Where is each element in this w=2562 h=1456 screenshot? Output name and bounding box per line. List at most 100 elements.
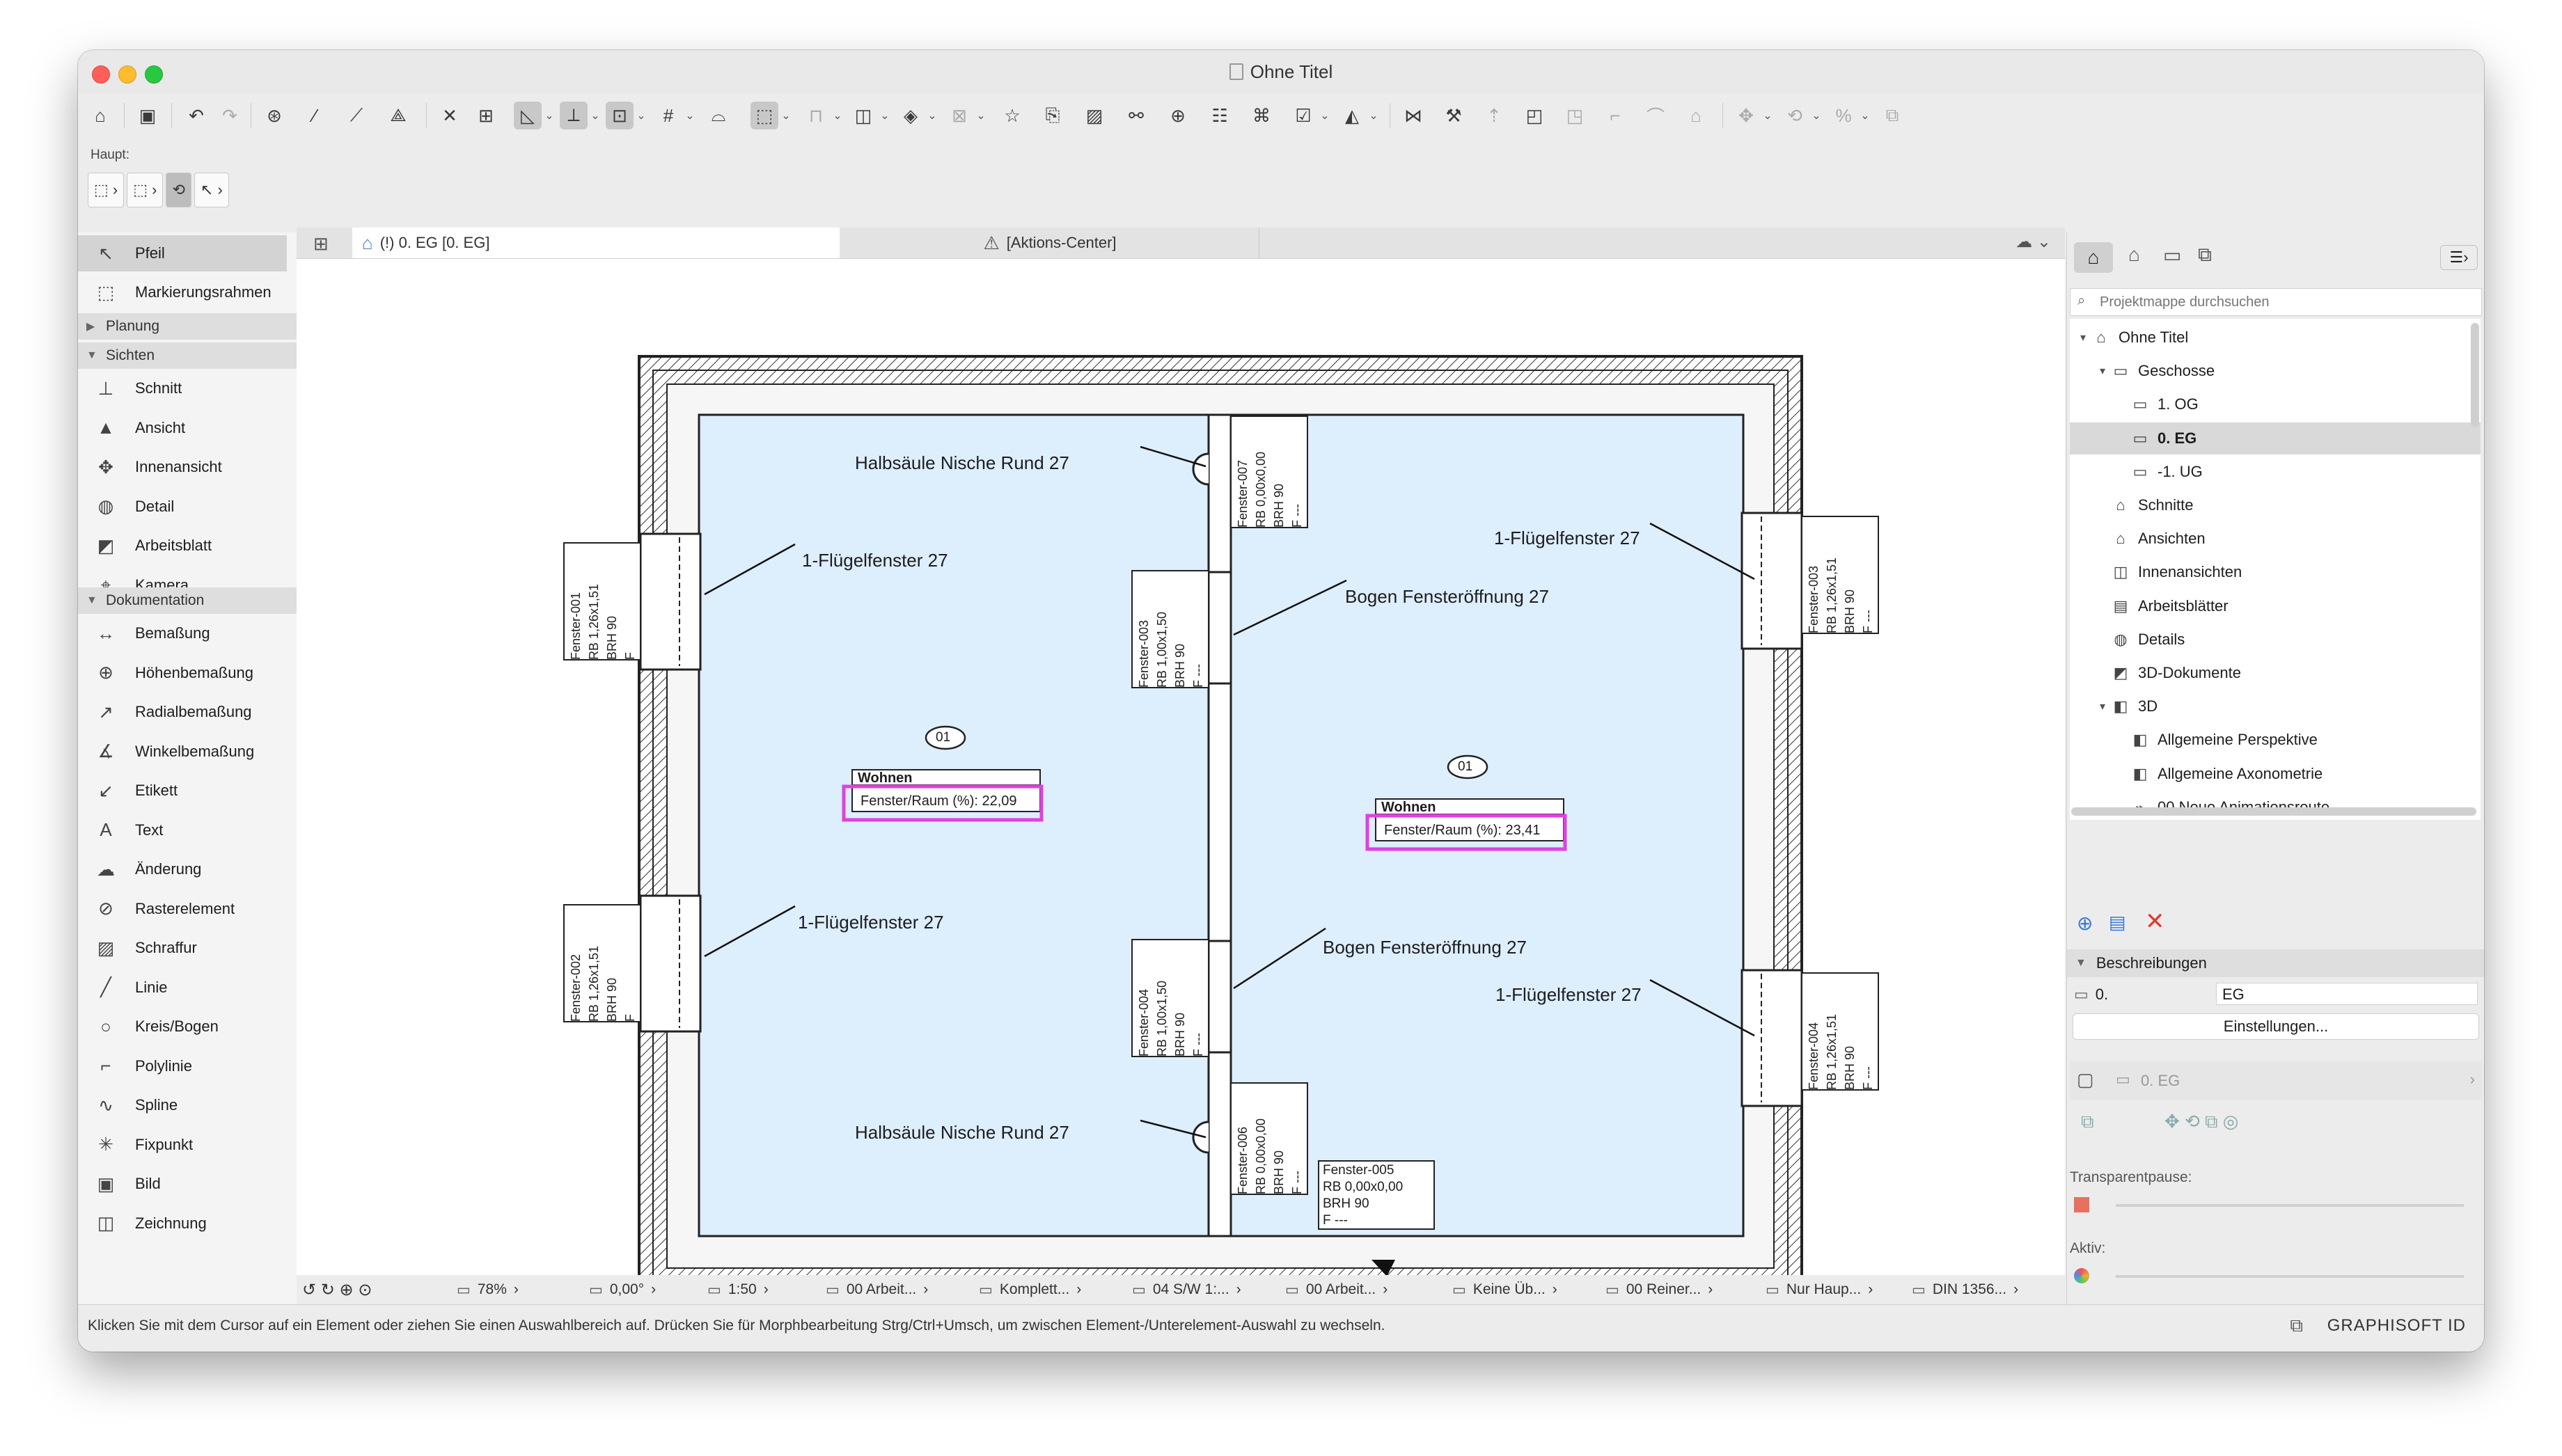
chevron-down-icon[interactable]: ⌄ [975, 103, 987, 128]
navigator-search-field[interactable]: ⌕ [2070, 288, 2482, 316]
split-icon[interactable]: ⋈ [1399, 102, 1427, 129]
tab-menu-icon[interactable]: ☁ ⌄ [2015, 232, 2051, 252]
settings-button[interactable]: Einstellungen... [2073, 1013, 2479, 1040]
window-fenster-004-right[interactable] [1740, 969, 1803, 1107]
window-fenster-002[interactable] [639, 894, 702, 1033]
suspend-groups-icon[interactable]: ⌓ [705, 102, 732, 129]
tool-etikett[interactable]: ↙ Etikett [78, 773, 297, 809]
transparency-slider[interactable] [2116, 1204, 2464, 1207]
tool-innenansicht[interactable]: ✥ Innenansicht [78, 449, 297, 485]
tree-item-allgemeine-perspektive[interactable]: ◧ Allgemeine Perspektive [2114, 724, 2318, 756]
guide-lines-icon[interactable]: ◺ [514, 102, 542, 129]
story-name-field[interactable]: EG [2216, 983, 2478, 1005]
section-sichten[interactable]: ▼ Sichten [78, 342, 297, 369]
layer-toggle-icon[interactable]: ▢ [2077, 1069, 2094, 1091]
interior-wall[interactable] [1207, 413, 1232, 1237]
tree-item-arbeitsblätter[interactable]: ▤ Arbeitsblätter [2095, 590, 2229, 622]
project-map-icon[interactable]: ⌂ [2074, 242, 2113, 273]
graphisoft-id[interactable]: GRAPHISOFT ID [2327, 1316, 2466, 1336]
roof-icon[interactable]: ⌂ [1682, 102, 1710, 129]
label-fenster-left-bottom[interactable]: 1-Flügelfenster 27 [798, 912, 944, 933]
tree-item-1-og[interactable]: ▭ 1. OG [2114, 388, 2199, 420]
chevron-down-icon[interactable]: ⌄ [831, 103, 844, 128]
quick-option-scale[interactable]: ▭ 1:50 › [707, 1275, 769, 1304]
tool-rasterelement[interactable]: ⊘ Rasterelement [78, 891, 297, 927]
tool-schraffur[interactable]: ▨ Schraffur [78, 930, 297, 966]
chevron-right-icon[interactable]: › [2470, 1070, 2475, 1089]
tool-ansicht[interactable]: ▲ Ansicht [78, 410, 297, 446]
quick-option-zoom[interactable]: ▭ 78% › [457, 1275, 519, 1304]
chevron-down-icon[interactable]: ⌄ [780, 103, 792, 128]
publisher-icon[interactable]: ⎘ [1039, 102, 1067, 129]
chevron-down-icon[interactable]: ▾ [2095, 699, 2110, 713]
curve-icon[interactable]: ⌒ [1642, 102, 1669, 129]
active-slider[interactable] [2116, 1275, 2464, 1278]
tree-scrollbar-horizontal[interactable] [2071, 807, 2476, 816]
geometry-method-button[interactable]: ⬚ › [88, 173, 125, 207]
chevron-down-icon[interactable]: ⌄ [543, 103, 556, 128]
schedule-icon[interactable]: ☷ [1206, 102, 1234, 129]
tab-floor-plan[interactable]: ⌂ (!) 0. EG [0. EG] [352, 228, 840, 258]
quick-option-layer-combination[interactable]: ▭ 00 Arbeit... › [826, 1275, 928, 1304]
tree-item-ansichten[interactable]: ⌂ Ansichten [2095, 523, 2205, 555]
chevron-down-icon[interactable]: ⌄ [1319, 103, 1331, 128]
tool-kreis-bogen[interactable]: ○ Kreis/Bogen [78, 1008, 297, 1045]
redo-icon[interactable]: ↷ [216, 102, 244, 129]
tool-detail[interactable]: ◍ Detail [78, 489, 297, 525]
pointer-options-button[interactable]: ↖ › [194, 173, 229, 207]
tool-text[interactable]: A Text [78, 812, 297, 848]
quick-option-rotate[interactable]: ▭ 0,00° › [589, 1275, 656, 1304]
home-icon[interactable]: ⌂ [86, 102, 114, 129]
drawing-canvas[interactable]: Halbsäule Nische Rund 27 Halbsäule Nisch… [297, 259, 2065, 1275]
chevron-down-icon[interactable]: ⌄ [684, 103, 696, 128]
beschreibungen-section[interactable]: ▼ Beschreibungen [2067, 949, 2484, 977]
chevron-down-icon[interactable]: ⌄ [1810, 103, 1823, 128]
new-view-icon[interactable]: ⊕ [2077, 912, 2093, 935]
publisher-sets-icon[interactable]: ⧉ [2198, 244, 2212, 267]
section-dokumentation[interactable]: ▼ Dokumentation [78, 587, 297, 614]
tree-item-3d-dokumente[interactable]: ◩ 3D-Dokumente [2095, 657, 2241, 689]
quick-option-pen-set[interactable]: ▭ 04 S/W 1:... › [1132, 1275, 1241, 1304]
tool-spline[interactable]: ∿ Spline [78, 1087, 297, 1123]
element-info-icon[interactable]: ⊠ [945, 102, 973, 129]
rotate-selection-button[interactable]: ⟲ [166, 173, 191, 207]
cross-cursor-icon[interactable]: ✕ [436, 102, 464, 129]
chevron-down-icon[interactable]: ⌄ [926, 103, 938, 128]
tree-item-0-eg[interactable]: ▭ 0. EG [2114, 422, 2197, 454]
copy-icon[interactable]: ⧉ [1878, 102, 1906, 129]
chevron-down-icon[interactable]: ⌄ [1859, 103, 1871, 128]
magic-wand-icon[interactable]: ⟁ [384, 102, 412, 129]
color-swatch[interactable] [2074, 1197, 2089, 1212]
trace-compare-icon[interactable]: ⧉ [2081, 1111, 2094, 1133]
quick-option-plan-view[interactable]: ▭ Nur Haup... › [1766, 1275, 1873, 1304]
label-fenster-right-bottom[interactable]: 1-Flügelfenster 27 [1495, 984, 1642, 1006]
navigator-menu-icon[interactable]: ☰› [2440, 245, 2478, 270]
label-bogen-top[interactable]: Bogen Fensteröffnung 27 [1345, 586, 1549, 608]
undo-icon[interactable]: ↶ [182, 102, 210, 129]
chevron-down-icon[interactable]: ▾ [2095, 364, 2110, 378]
tool-schnitt[interactable]: ⊥ Schnitt [78, 370, 297, 406]
quick-option-model-view[interactable]: ▭ 00 Arbeit... › [1285, 1275, 1388, 1304]
move-icon[interactable]: ✥ [1732, 102, 1760, 129]
percent-icon[interactable]: % [1830, 102, 1857, 129]
find-select-icon[interactable]: ⊛ [260, 102, 288, 129]
favorites-icon[interactable]: ☆ [998, 102, 1026, 129]
layout-book-icon[interactable]: ▨ [1080, 102, 1108, 129]
shapes-icon[interactable]: ◭ [1338, 102, 1366, 129]
tool-polylinie[interactable]: ⌐ Polylinie [78, 1048, 297, 1084]
tree-item-ohne-titel[interactable]: ▾ ⌂ Ohne Titel [2075, 322, 2188, 354]
label-halbsaeule-top[interactable]: Halbsäule Nische Rund 27 [855, 452, 1069, 474]
tree-item-allgemeine-axonometrie[interactable]: ◧ Allgemeine Axonometrie [2114, 758, 2323, 790]
color-wheel-icon[interactable] [2074, 1268, 2089, 1283]
quick-option-renovation[interactable]: ▭ 00 Reiner... › [1605, 1275, 1713, 1304]
globe-icon[interactable]: ⊕ [1164, 102, 1192, 129]
undo-view-icon[interactable]: ↺ ↻ ⊕ ⊙ [302, 1275, 372, 1304]
tab-action-center[interactable]: ⚠ [Aktions-Center] [841, 228, 1259, 258]
tool-markierungsrahmen[interactable]: ⬚ Markierungsrahmen [78, 274, 297, 310]
quick-option-dimension-standard[interactable]: ▭ DIN 1356... › [1912, 1275, 2018, 1304]
quick-option-override[interactable]: ▭ Keine Üb... › [1452, 1275, 1557, 1304]
adjust-icon[interactable]: ⚒ [1440, 102, 1468, 129]
trace-move-icon[interactable]: ✥ ⟲ ⧉ ◎ [2164, 1111, 2239, 1133]
tag-icon[interactable]: ⌘ [1248, 102, 1275, 129]
3d-view-icon[interactable]: ◈ [897, 102, 925, 129]
